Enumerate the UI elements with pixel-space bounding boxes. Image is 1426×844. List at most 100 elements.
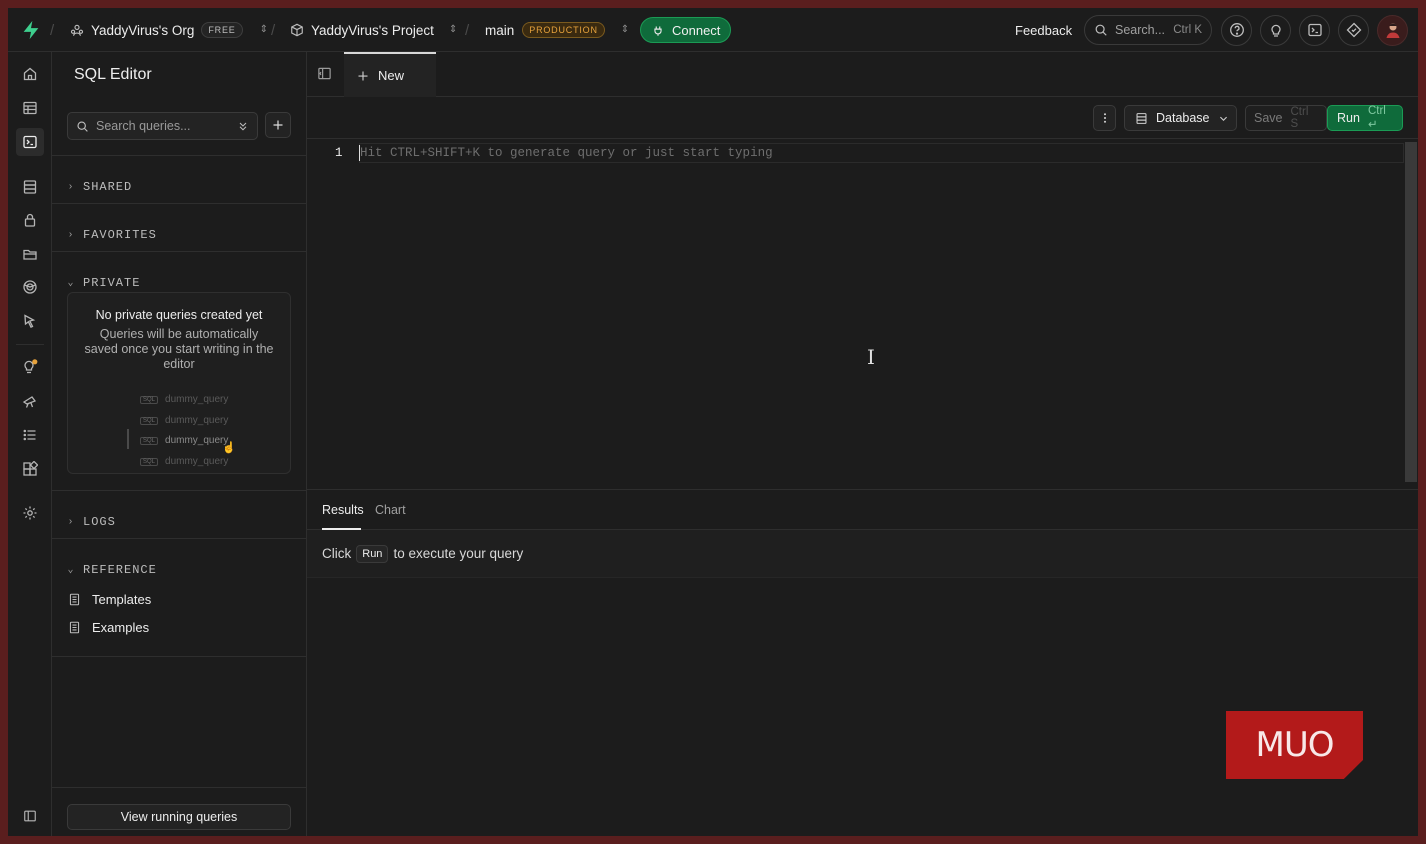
run-shortcut: Ctrl ↵ <box>1367 105 1386 131</box>
chevron-down-icon <box>1218 113 1229 124</box>
supabase-logo-icon <box>20 19 42 41</box>
project-switcher[interactable]: YaddyVirus's Project ⇕ <box>290 8 457 52</box>
reference-item-label: Examples <box>92 620 150 635</box>
section-reference-label: REFERENCE <box>83 563 157 577</box>
search-shortcut: Ctrl K <box>1173 24 1202 36</box>
divider <box>52 251 306 252</box>
org-name: YaddyVirus's Org <box>91 22 195 38</box>
run-label: Run <box>1337 111 1360 125</box>
breadcrumb-separator: / <box>465 21 470 39</box>
chevron-updown-icon[interactable]: ⇕ <box>621 25 629 35</box>
chevrons-down-icon[interactable] <box>237 120 249 132</box>
dummy-query-label: dummy_query <box>165 415 229 426</box>
sql-code-editor[interactable]: 1 Hit CTRL+SHIFT+K to generate query or … <box>307 139 1418 489</box>
document-icon <box>68 621 81 634</box>
advisors-icon[interactable] <box>16 352 44 380</box>
branch-switcher[interactable]: main PRODUCTION ⇕ <box>485 8 629 52</box>
project-name: YaddyVirus's Project <box>311 22 434 38</box>
dummy-query-item: SQL dummy_query <box>140 415 228 426</box>
editor-scrollbar[interactable] <box>1405 142 1417 482</box>
terminal-icon[interactable] <box>1299 14 1330 46</box>
feedback-link[interactable]: Feedback <box>1015 23 1072 38</box>
collapse-sidebar-icon[interactable] <box>16 802 44 830</box>
section-private[interactable]: ⌄ PRIVATE <box>66 276 140 290</box>
lightbulb-icon[interactable] <box>1260 14 1291 46</box>
private-empty-state: No private queries created yet Queries w… <box>67 292 291 474</box>
logs-icon[interactable] <box>16 421 44 449</box>
sql-editor-icon[interactable] <box>16 128 44 156</box>
table-editor-icon[interactable] <box>16 94 44 122</box>
divider <box>52 203 306 204</box>
connect-button[interactable]: Connect <box>640 17 732 43</box>
dummy-query-label: dummy_query <box>165 394 229 405</box>
hand-pointer-icon: ☝ <box>222 442 236 454</box>
chevron-updown-icon[interactable]: ⇕ <box>260 25 268 35</box>
top-bar: / YaddyVirus's Org FREE ⇕ / YaddyVirus's… <box>8 8 1418 52</box>
box-icon <box>290 23 304 37</box>
view-running-queries-button[interactable]: View running queries <box>67 804 291 830</box>
auth-lock-icon[interactable] <box>16 206 44 234</box>
editor-area: New Database Save Ctrl S Run Ctrl ↵ 1 Hi… <box>307 52 1418 836</box>
more-vertical-icon <box>1099 112 1111 124</box>
edge-functions-icon[interactable] <box>16 273 44 301</box>
sql-tag-icon: SQL <box>140 395 159 404</box>
integrations-icon[interactable] <box>16 455 44 483</box>
sql-sidebar: SQL Editor Search queries... › SHARED › … <box>52 52 307 836</box>
database-selector[interactable]: Database <box>1124 105 1237 131</box>
tab-chart[interactable]: Chart <box>375 503 406 517</box>
dummy-query-label: dummy_query <box>165 456 229 467</box>
tab-new[interactable]: New <box>344 52 436 97</box>
reference-item-examples[interactable]: Examples <box>68 620 149 635</box>
divider <box>52 787 306 788</box>
dummy-query-item: SQL dummy_query <box>140 435 228 446</box>
tab-results[interactable]: Results <box>322 503 364 517</box>
environment-badge: PRODUCTION <box>522 22 605 38</box>
run-button[interactable]: Run Ctrl ↵ <box>1327 105 1403 131</box>
section-reference[interactable]: ⌄ REFERENCE <box>66 563 157 577</box>
settings-gear-icon[interactable] <box>16 499 44 527</box>
search-queries-placeholder: Search queries... <box>96 119 191 133</box>
add-query-button[interactable] <box>265 112 291 138</box>
section-shared[interactable]: › SHARED <box>66 180 132 194</box>
results-message-after: to execute your query <box>393 546 524 561</box>
dummy-query-item: SQL dummy_query <box>140 394 228 405</box>
more-options-button[interactable] <box>1093 105 1116 131</box>
nav-rail <box>8 52 52 836</box>
section-logs[interactable]: › LOGS <box>66 515 116 529</box>
chevron-updown-icon[interactable]: ⇕ <box>449 25 457 35</box>
save-button[interactable]: Save Ctrl S <box>1245 105 1327 131</box>
realtime-icon[interactable] <box>16 307 44 335</box>
search-queries-input[interactable]: Search queries... <box>67 112 258 140</box>
ai-assistant-icon[interactable] <box>1338 14 1369 46</box>
home-icon[interactable] <box>16 60 44 88</box>
plug-icon <box>651 23 665 37</box>
divider <box>52 155 306 156</box>
org-switcher[interactable]: YaddyVirus's Org FREE ⇕ <box>70 8 268 52</box>
global-search[interactable]: Search... Ctrl K <box>1084 15 1212 45</box>
results-tab-bar: Results Chart <box>307 489 1418 530</box>
toggle-sidebar-icon[interactable] <box>317 66 332 81</box>
sidebar-title: SQL Editor <box>74 66 152 83</box>
help-icon[interactable] <box>1221 14 1252 46</box>
watermark-text: MUO <box>1255 725 1335 765</box>
chevron-down-icon: ⌄ <box>67 278 75 289</box>
section-shared-label: SHARED <box>83 180 133 194</box>
line-number: 1 <box>335 146 343 160</box>
section-favorites[interactable]: › FAVORITES <box>66 228 157 242</box>
chevron-down-icon: ⌄ <box>67 565 75 576</box>
divider <box>52 490 306 491</box>
avatar[interactable] <box>1377 14 1408 46</box>
breadcrumb-separator: / <box>50 21 55 39</box>
editor-tab-bar: New <box>307 52 1418 97</box>
dummy-query-label: dummy_query <box>165 435 229 446</box>
reference-item-templates[interactable]: Templates <box>68 592 151 607</box>
database-selector-label: Database <box>1156 111 1210 125</box>
editor-toolbar: Database Save Ctrl S Run Ctrl ↵ <box>307 97 1418 139</box>
branch-name: main <box>485 22 515 38</box>
database-icon[interactable] <box>16 173 44 201</box>
storage-icon[interactable] <box>16 240 44 268</box>
connect-label: Connect <box>672 22 721 38</box>
reports-icon[interactable] <box>16 387 44 415</box>
database-icon <box>1135 112 1148 125</box>
brand-logo[interactable] <box>20 8 42 52</box>
